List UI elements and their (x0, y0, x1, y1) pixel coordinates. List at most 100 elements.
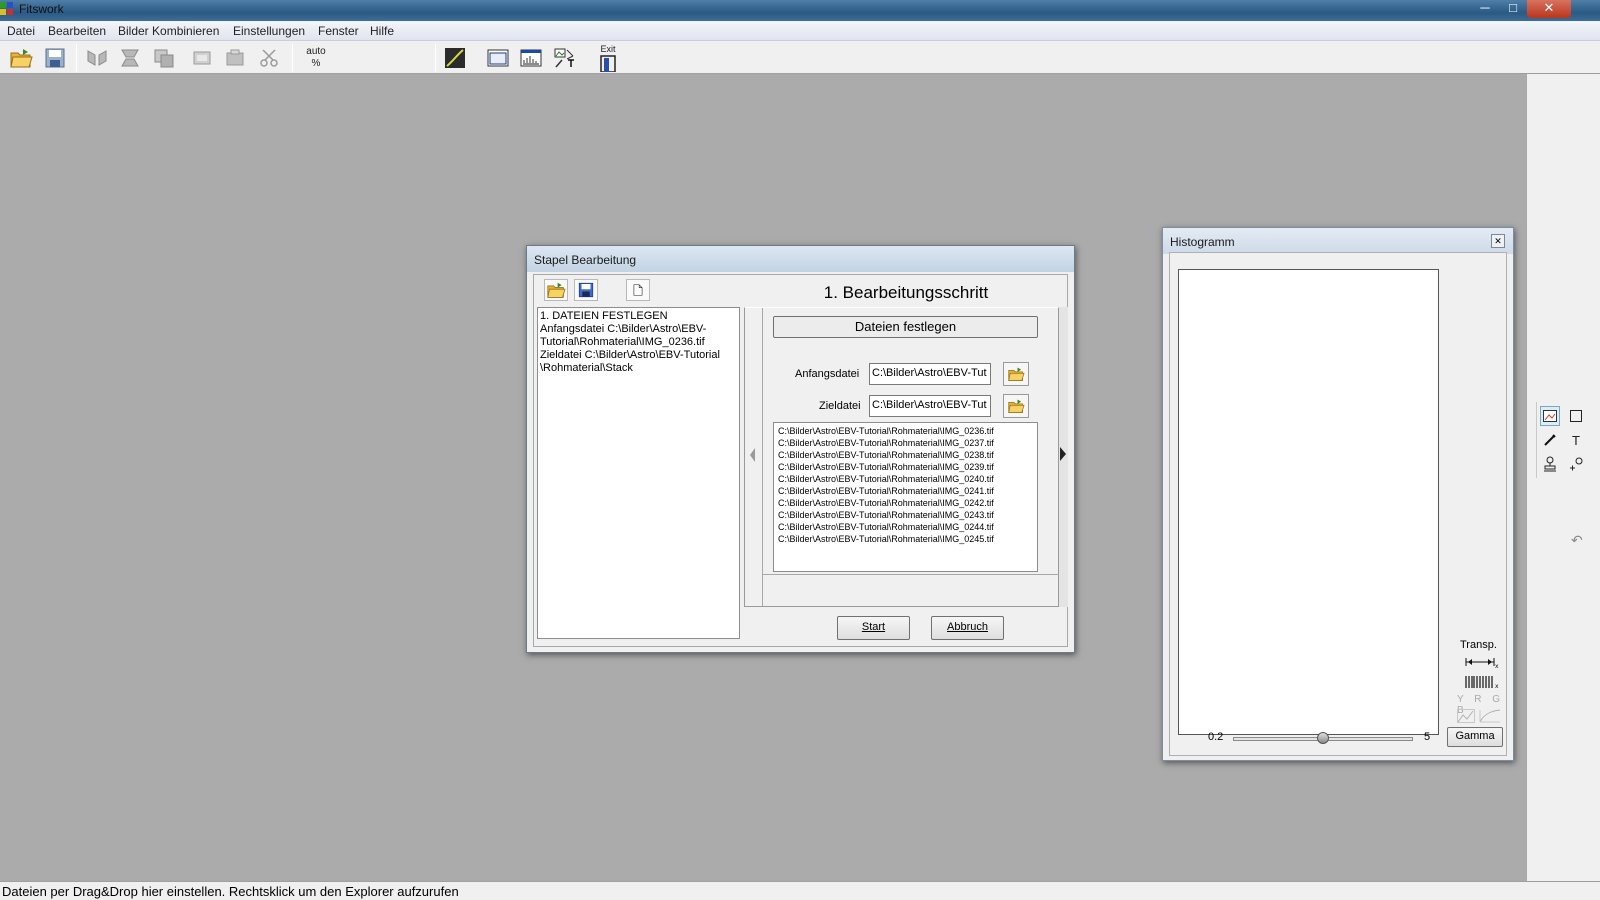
load-batch-folder-icon[interactable] (544, 279, 568, 301)
menu-hilfe[interactable]: Hilfe (370, 24, 394, 38)
mirror-horizontal-icon[interactable] (84, 46, 110, 70)
file-list-item[interactable]: C:\Bilder\Astro\EBV-Tutorial\Rohmaterial… (774, 485, 1037, 497)
summary-line: \Rohmaterial\Stack (540, 362, 633, 374)
close-button[interactable]: ✕ (1527, 0, 1571, 18)
open-folder-icon[interactable] (8, 46, 34, 70)
file-list-item[interactable]: C:\Bilder\Astro\EBV-Tutorial\Rohmaterial… (774, 533, 1037, 545)
exit-label: Exit (600, 44, 616, 54)
zoom-percent-label: % (311, 58, 321, 69)
title-bar: Fitswork ─ □ ✕ (0, 0, 1600, 21)
file-list-item[interactable]: C:\Bilder\Astro\EBV-Tutorial\Rohmaterial… (774, 449, 1037, 461)
save-batch-icon[interactable] (574, 279, 598, 301)
step-divider (763, 574, 1059, 575)
menu-datei[interactable]: Datei (7, 24, 35, 38)
batch-dialog-body: 1. DATEIEN FESTLEGEN Anfangsdatei C:\Bil… (533, 274, 1068, 647)
menu-einstellungen[interactable]: Einstellungen (233, 24, 305, 38)
histogram-body: Transp. x x Y R G B Gamma 0.2 5 (1169, 252, 1507, 756)
summary-line: Tutorial\Rohmaterial\IMG_0236.tif (540, 336, 705, 348)
histogram-plot-area[interactable] (1178, 269, 1439, 735)
start-file-input[interactable]: C:\Bilder\Astro\EBV-Tut (869, 363, 991, 385)
batch-processing-dialog: Stapel Bearbeitung 1. DATEIEN FESTLEGEN … (526, 245, 1075, 653)
menu-bar: Datei Bearbeiten Bilder Kombinieren Eins… (0, 21, 1600, 41)
toolbar-separator (292, 44, 293, 72)
target-file-label: Zieldatei (819, 400, 861, 412)
transparency-range-icon[interactable]: x (1464, 655, 1500, 670)
exit-door-icon (600, 55, 616, 72)
start-file-label: Anfangsdatei (795, 368, 860, 380)
summary-line: 1. DATEIEN FESTLEGEN (540, 310, 668, 322)
minimize-button[interactable]: ─ (1471, 0, 1499, 18)
maximize-button[interactable]: □ (1499, 0, 1527, 18)
curve-icon[interactable] (442, 46, 468, 70)
auto-zoom-label: auto (306, 46, 326, 57)
text-tool-icon[interactable]: T (1566, 430, 1586, 450)
summary-line: Anfangsdatei C:\Bilder\Astro\EBV- (540, 323, 707, 335)
gamma-slider[interactable] (1233, 732, 1413, 744)
file-list[interactable]: C:\Bilder\Astro\EBV-Tutorial\Rohmaterial… (773, 422, 1038, 572)
stamp-icon[interactable] (1540, 454, 1560, 474)
start-button-label: Start (861, 621, 886, 633)
menu-fenster[interactable]: Fenster (318, 24, 359, 38)
channel-r[interactable]: R (1474, 694, 1485, 705)
menu-bearbeiten[interactable]: Bearbeiten (48, 24, 106, 38)
resize-icon[interactable] (222, 46, 248, 70)
histogram-title: Histogramm (1163, 228, 1513, 254)
cancel-button[interactable]: Abbruch (931, 616, 1004, 640)
file-list-item[interactable]: C:\Bilder\Astro\EBV-Tutorial\Rohmaterial… (774, 461, 1037, 473)
start-button[interactable]: Start (837, 616, 910, 640)
step-header-dateien-festlegen: Dateien festlegen (773, 316, 1038, 338)
file-list-item[interactable]: C:\Bilder\Astro\EBV-Tutorial\Rohmaterial… (774, 509, 1037, 521)
gamma-min-label: 0.2 (1208, 731, 1224, 743)
browse-start-file-icon[interactable] (1003, 362, 1029, 386)
mirror-vertical-icon[interactable] (117, 46, 143, 70)
svg-text:x: x (1495, 683, 1499, 689)
transparency-bars-icon[interactable]: x (1464, 675, 1500, 690)
histogram-window-icon[interactable] (518, 46, 544, 70)
channel-y[interactable]: Y (1457, 694, 1468, 705)
file-list-item[interactable]: C:\Bilder\Astro\EBV-Tutorial\Rohmaterial… (774, 473, 1037, 485)
toolbar: auto % Exit (0, 41, 1600, 74)
transparency-label: Transp. (1460, 639, 1497, 651)
histogram-close-icon[interactable]: ✕ (1491, 234, 1505, 248)
exit-button[interactable]: Exit (595, 44, 621, 72)
menu-bilder-kombinieren[interactable]: Bilder Kombinieren (118, 24, 219, 38)
histogram-window: Histogramm ✕ Transp. x x Y R G B Gamma 0… (1162, 227, 1514, 761)
browse-target-file-icon[interactable] (1003, 394, 1029, 418)
undo-icon[interactable]: ↶ (1571, 532, 1583, 549)
summary-line: Zieldatei C:\Bilder\Astro\EBV-Tutorial (540, 349, 720, 361)
save-icon[interactable] (42, 46, 68, 70)
window-title: Fitswork (19, 2, 64, 16)
image-window-icon[interactable] (485, 46, 511, 70)
rectangle-icon[interactable] (1566, 406, 1586, 426)
new-batch-icon[interactable] (626, 279, 650, 301)
step-panel: Dateien festlegen Anfangsdatei C:\Bilder… (744, 307, 1059, 607)
file-list-item[interactable]: C:\Bilder\Astro\EBV-Tutorial\Rohmaterial… (774, 521, 1037, 533)
file-list-item[interactable]: C:\Bilder\Astro\EBV-Tutorial\Rohmaterial… (774, 497, 1037, 509)
step-title: 1. Bearbeitungsschritt (823, 283, 989, 302)
batch-dialog-title: Stapel Bearbeitung (527, 246, 1074, 272)
gamma-max-label: 5 (1424, 731, 1431, 743)
cancel-button-label: Abbruch (947, 621, 988, 633)
histogram-curve-icon[interactable] (1457, 709, 1475, 723)
gamma-button[interactable]: Gamma (1447, 727, 1503, 747)
histogram-log-icon[interactable] (1479, 709, 1501, 723)
status-bar: Dateien per Drag&Drop hier einstellen. R… (0, 881, 1600, 900)
point-tool-icon[interactable] (1566, 454, 1586, 474)
batch-summary-panel[interactable]: 1. DATEIEN FESTLEGEN Anfangsdatei C:\Bil… (537, 307, 740, 639)
fitswork-app-icon (0, 2, 13, 15)
image-text-tools-icon[interactable] (552, 46, 578, 70)
auto-zoom-button[interactable]: auto % (298, 45, 334, 71)
gamma-slider-thumb[interactable] (1317, 732, 1329, 744)
target-file-input[interactable]: C:\Bilder\Astro\EBV-Tut (869, 395, 991, 417)
channel-g[interactable]: G (1492, 694, 1504, 705)
prev-step-arrow-icon[interactable] (750, 448, 755, 462)
crop-icon[interactable] (189, 46, 215, 70)
next-step-arrow-icon[interactable] (1060, 447, 1066, 461)
copy-image-icon[interactable] (151, 46, 177, 70)
image-select-icon[interactable] (1540, 406, 1560, 426)
scissors-icon[interactable] (256, 46, 282, 70)
pen-icon[interactable] (1540, 430, 1560, 450)
file-list-item[interactable]: C:\Bilder\Astro\EBV-Tutorial\Rohmaterial… (774, 437, 1037, 449)
toolbar-separator (435, 44, 436, 72)
file-list-item[interactable]: C:\Bilder\Astro\EBV-Tutorial\Rohmaterial… (774, 425, 1037, 437)
